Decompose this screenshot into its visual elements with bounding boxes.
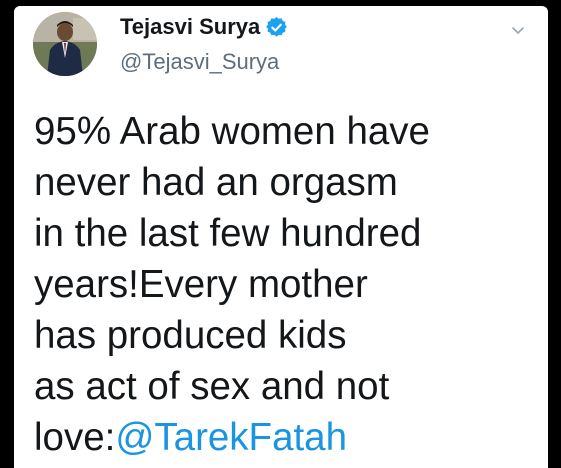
tweet-text-line: in the last few hundred — [34, 212, 422, 255]
tweet-text-last-line: love:@TarekFatah — [34, 412, 539, 463]
author-avatar[interactable] — [33, 12, 97, 76]
mention-link[interactable]: @TarekFatah — [115, 416, 347, 459]
screenshot-frame: Tejasvi Surya @Tejasvi_Surya 95% Arab wo… — [0, 0, 561, 468]
tweet-text-prefix: love: — [34, 416, 116, 459]
chevron-down-icon[interactable] — [508, 24, 528, 38]
author-handle[interactable]: @Tejasvi_Surya — [120, 49, 279, 75]
tweet-text-line: as act of sex and not — [34, 365, 390, 408]
tweet-text-line: never had an orgasm — [34, 161, 398, 204]
profile-photo-icon — [33, 12, 97, 76]
tweet-text-line: years!Every mother — [34, 263, 368, 306]
tweet-text-line: 95% Arab women have — [34, 110, 430, 153]
tweet-body: 95% Arab women have never had an orgasm … — [34, 106, 539, 463]
tweet-text-line: has produced kids — [34, 314, 347, 357]
author-display-name[interactable]: Tejasvi Surya — [120, 14, 260, 40]
author-name-row[interactable]: Tejasvi Surya — [120, 13, 288, 41]
tweet-card: Tejasvi Surya @Tejasvi_Surya 95% Arab wo… — [14, 6, 548, 468]
verified-badge-icon — [266, 16, 288, 37]
